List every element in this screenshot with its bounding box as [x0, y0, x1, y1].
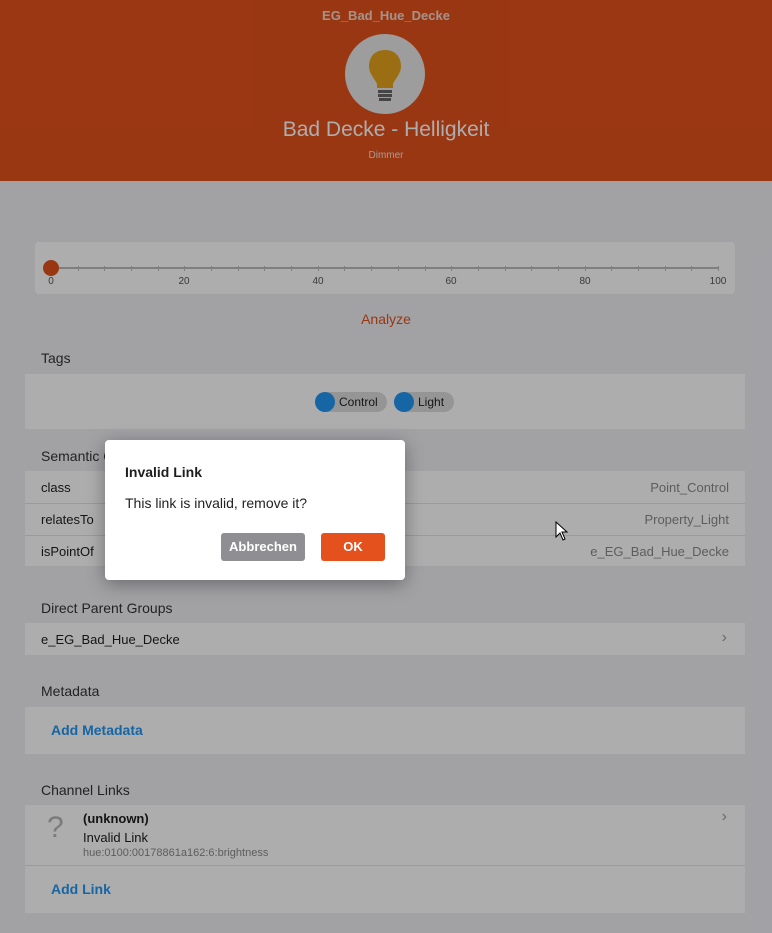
dialog-message: This link is invalid, remove it?	[125, 495, 308, 511]
invalid-link-dialog: Invalid Link This link is invalid, remov…	[105, 440, 405, 580]
cancel-button[interactable]: Abbrechen	[221, 533, 305, 561]
dialog-title: Invalid Link	[125, 464, 203, 480]
mouse-cursor-icon	[555, 521, 569, 541]
ok-button[interactable]: OK	[321, 533, 385, 561]
